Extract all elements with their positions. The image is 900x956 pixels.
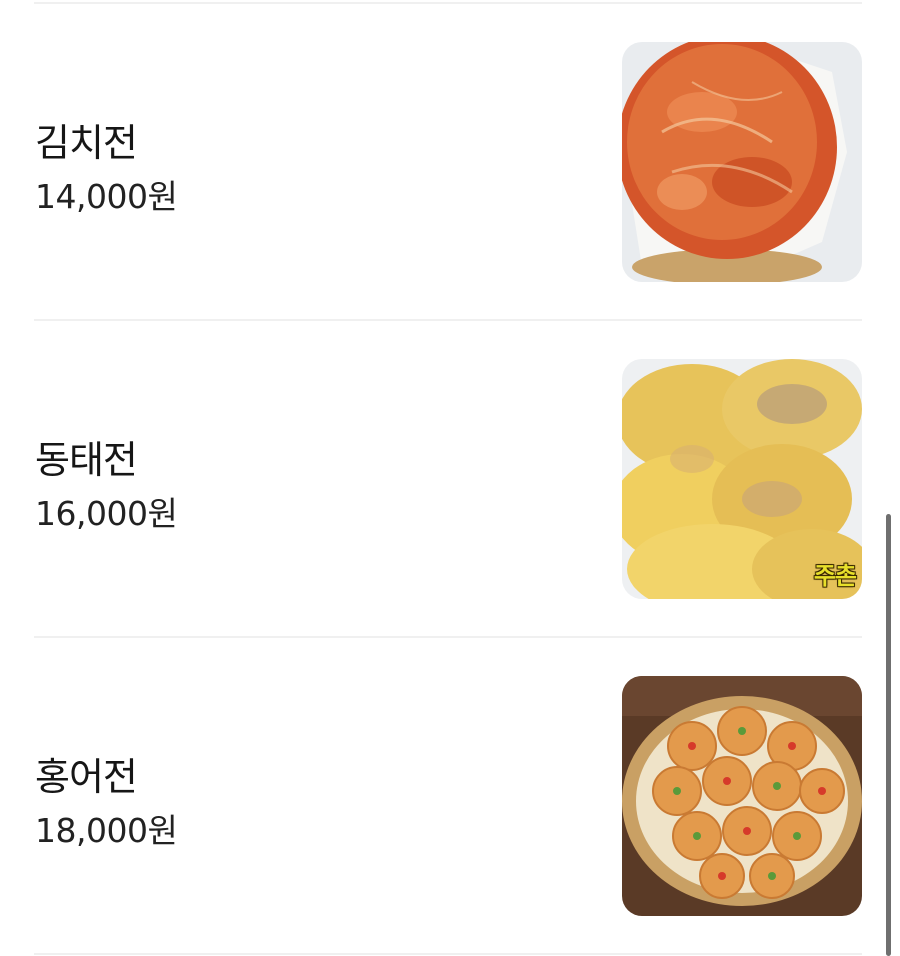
menu-item-photo[interactable] — [622, 676, 862, 916]
menu-list-page: 김치전 14,000원 동태전 16,000원 주촌 홍어전 18,000원 — [0, 0, 900, 956]
menu-item-photo[interactable]: 주촌 — [622, 359, 862, 599]
menu-item-name: 홍어전 — [35, 755, 138, 799]
menu-item-price: 14,000원 — [35, 177, 178, 216]
vertical-scrollbar[interactable] — [886, 514, 891, 956]
kimchi-pancake-photo-icon — [622, 42, 862, 282]
skate-pancake-photo-icon — [622, 676, 862, 916]
menu-item-photo[interactable] — [622, 42, 862, 282]
menu-item-dongtae-jeon[interactable]: 동태전 16,000원 주촌 — [0, 321, 900, 637]
menu-item-price: 18,000원 — [35, 811, 178, 850]
menu-item-name: 동태전 — [35, 438, 138, 482]
divider-bottom — [34, 953, 862, 955]
menu-item-price: 16,000원 — [35, 494, 178, 533]
photo-watermark: 주촌 — [813, 562, 857, 590]
menu-item-kimchi-jeon[interactable]: 김치전 14,000원 — [0, 4, 900, 320]
menu-item-hongeo-jeon[interactable]: 홍어전 18,000원 — [0, 638, 900, 954]
menu-item-name: 김치전 — [35, 121, 138, 165]
